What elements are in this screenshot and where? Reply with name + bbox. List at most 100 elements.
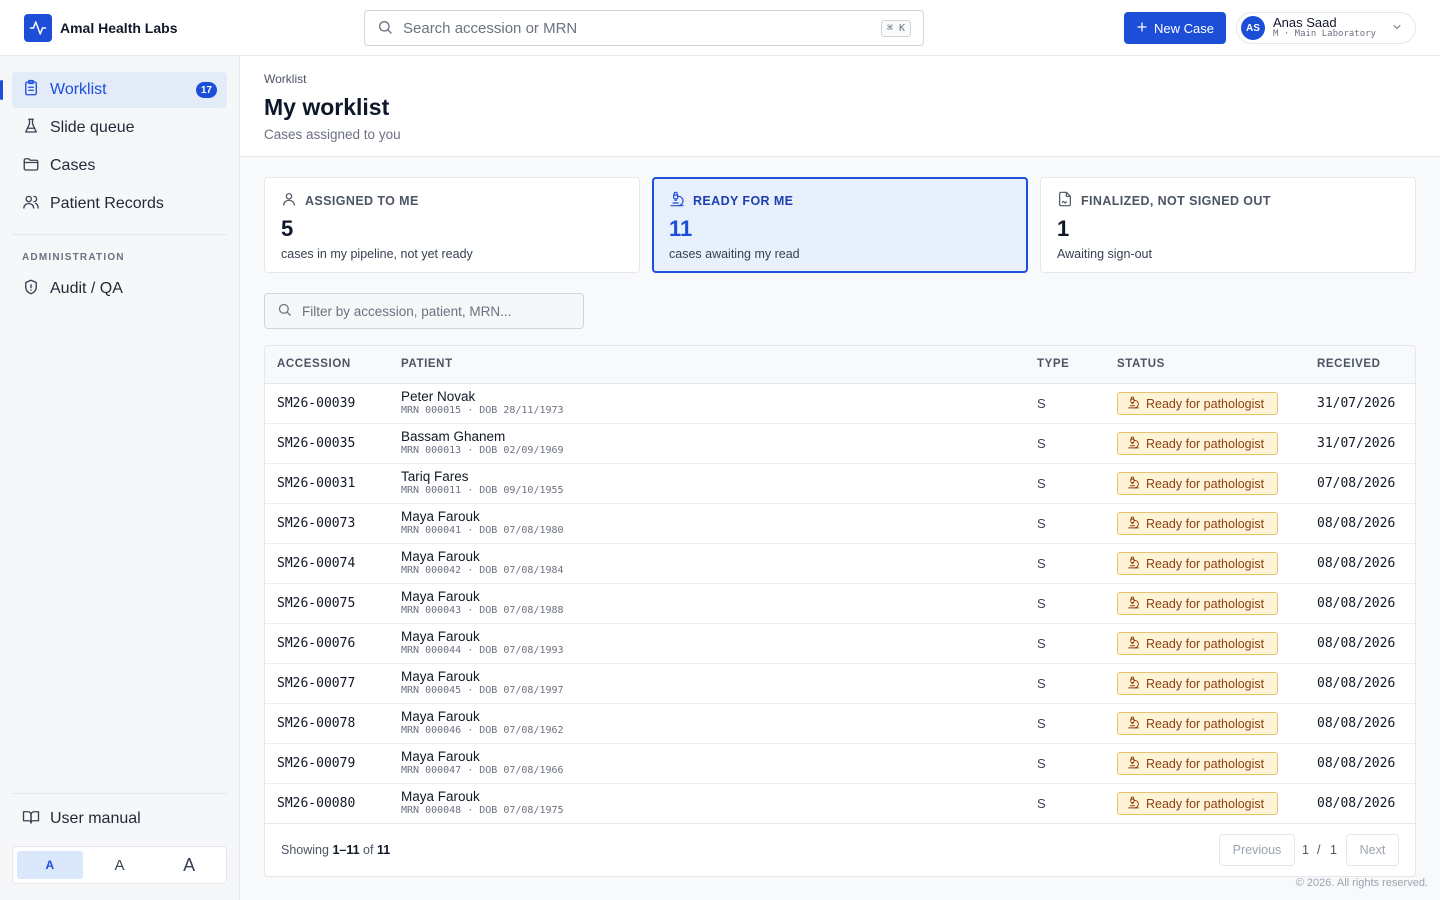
sidebar-item-label: Cases [50, 157, 96, 174]
showing-range: 1–11 [332, 843, 360, 857]
folder-icon [22, 155, 40, 178]
accession-cell[interactable]: SM26-00075 [277, 596, 355, 611]
status-badge: Ready for pathologist [1117, 632, 1278, 655]
status-label: Ready for pathologist [1146, 396, 1265, 411]
breadcrumb[interactable]: Worklist [264, 72, 306, 86]
current-page: 1 [1302, 843, 1309, 857]
file-signature-icon [1057, 191, 1073, 210]
status-badge: Ready for pathologist [1117, 472, 1278, 495]
table-row[interactable]: SM26-00035 Bassam Ghanem MRN 000013 · DOB … [265, 424, 1415, 464]
accession-cell[interactable]: SM26-00035 [277, 436, 355, 451]
status-label: Ready for pathologist [1146, 676, 1265, 691]
font-size-selector: A A A [12, 846, 227, 884]
status-badge: Ready for pathologist [1117, 712, 1278, 735]
sidebar-item-label: Patient Records [50, 195, 164, 212]
next-page-button[interactable]: Next [1346, 834, 1399, 866]
table-row[interactable]: SM26-00031 Tariq Fares MRN 000011 · DOB 09… [265, 464, 1415, 504]
sidebar-item-slide-queue[interactable]: Slide queue [12, 110, 227, 146]
font-size-large-button[interactable]: A [156, 851, 222, 879]
patient-name: Maya Farouk [401, 629, 480, 644]
previous-page-button[interactable]: Previous [1219, 834, 1295, 866]
page-title: My worklist [264, 94, 390, 120]
page-header: Worklist My worklist Cases assigned to y… [240, 56, 1440, 157]
table-footer: Showing 1–11 of 11 Previous 1 / 1 Next [265, 823, 1415, 876]
microscope-icon [1127, 476, 1140, 492]
table-row[interactable]: SM26-00039 Peter Novak MRN 000015 · DOB 28… [265, 384, 1415, 424]
received-date: 08/08/2026 [1317, 676, 1396, 691]
column-header-status[interactable]: STATUS [1117, 358, 1165, 370]
patient-name: Bassam Ghanem [401, 429, 506, 444]
font-size-small-button[interactable]: A [17, 851, 83, 879]
sidebar-item-patient-records[interactable]: Patient Records [12, 186, 227, 222]
column-header-type[interactable]: TYPE [1037, 358, 1069, 370]
patient-name: Peter Novak [401, 389, 476, 404]
column-header-accession[interactable]: ACCESSION [277, 358, 351, 370]
user-manual-link[interactable]: User manual [12, 801, 227, 837]
received-date: 07/08/2026 [1317, 476, 1396, 491]
stat-description: cases in my pipeline, not yet ready [281, 247, 473, 261]
stat-card-finalized[interactable]: FINALIZED, NOT SIGNED OUT 1 Awaiting sig… [1040, 177, 1416, 273]
sidebar-item-label: Worklist [50, 81, 107, 98]
search-icon [377, 19, 393, 38]
accession-cell[interactable]: SM26-00039 [277, 396, 355, 411]
stat-label: ASSIGNED TO ME [305, 193, 419, 208]
book-open-icon [22, 808, 40, 831]
new-case-label: New Case [1154, 20, 1214, 36]
user-name: Anas Saad [1273, 15, 1337, 30]
table-row[interactable]: SM26-00073 Maya Farouk MRN 000041 · DOB 07… [265, 504, 1415, 544]
new-case-button[interactable]: New Case [1124, 12, 1226, 44]
global-search[interactable]: Search accession or MRN ⌘ K [364, 10, 924, 46]
sidebar-item-worklist[interactable]: Worklist 17 [0, 72, 227, 108]
brand[interactable]: Amal Health Labs [24, 14, 177, 42]
table-row[interactable]: SM26-00078 Maya Farouk MRN 000046 · DOB 07… [265, 704, 1415, 744]
received-date: 08/08/2026 [1317, 636, 1396, 651]
accession-cell[interactable]: SM26-00080 [277, 796, 355, 811]
stat-description: cases awaiting my read [669, 247, 800, 261]
accession-cell[interactable]: SM26-00076 [277, 636, 355, 651]
patient-meta: MRN 000045 · DOB 07/08/1997 [401, 685, 564, 696]
table-row[interactable]: SM26-00077 Maya Farouk MRN 000045 · DOB 07… [265, 664, 1415, 704]
accession-cell[interactable]: SM26-00079 [277, 756, 355, 771]
accession-cell[interactable]: SM26-00074 [277, 556, 355, 571]
sidebar-item-label: Slide queue [50, 119, 135, 136]
column-header-patient[interactable]: PATIENT [401, 358, 453, 370]
main-content: Worklist My worklist Cases assigned to y… [240, 56, 1440, 900]
status-badge: Ready for pathologist [1117, 672, 1278, 695]
table-header: ACCESSION PATIENT TYPE STATUS RECEIVED [265, 346, 1415, 384]
table-row[interactable]: SM26-00075 Maya Farouk MRN 000043 · DOB 07… [265, 584, 1415, 624]
table-row[interactable]: SM26-00079 Maya Farouk MRN 000047 · DOB 07… [265, 744, 1415, 784]
accession-cell[interactable]: SM26-00078 [277, 716, 355, 731]
patient-name: Maya Farouk [401, 509, 480, 524]
sidebar: Worklist 17 Slide queue Cases Patient Re… [0, 56, 240, 900]
patient-name: Maya Farouk [401, 709, 480, 724]
user-subtitle: M · Main Laboratory [1273, 29, 1376, 39]
status-label: Ready for pathologist [1146, 436, 1265, 451]
stat-card-assigned[interactable]: ASSIGNED TO ME 5 cases in my pipeline, n… [264, 177, 640, 273]
microscope-icon [1127, 796, 1140, 812]
showing-summary: Showing 1–11 of 11 [281, 843, 390, 857]
accession-cell[interactable]: SM26-00077 [277, 676, 355, 691]
microscope-icon [1127, 596, 1140, 612]
accession-cell[interactable]: SM26-00073 [277, 516, 355, 531]
sidebar-item-cases[interactable]: Cases [12, 148, 227, 184]
stat-card-ready[interactable]: READY FOR ME 11 cases awaiting my read [652, 177, 1028, 273]
column-header-received[interactable]: RECEIVED [1317, 358, 1381, 370]
user-menu[interactable]: AS Anas Saad M · Main Laboratory [1236, 12, 1416, 44]
font-size-medium-button[interactable]: A [87, 851, 153, 879]
showing-total: 11 [376, 843, 391, 857]
worklist-filter-input[interactable]: Filter by accession, patient, MRN... [264, 293, 584, 329]
patient-name: Maya Farouk [401, 589, 480, 604]
status-badge: Ready for pathologist [1117, 792, 1278, 815]
patient-meta: MRN 000013 · DOB 02/09/1969 [401, 445, 564, 456]
table-row[interactable]: SM26-00080 Maya Farouk MRN 000048 · DOB 07… [265, 784, 1415, 824]
plus-icon [1136, 21, 1148, 36]
patient-meta: MRN 000046 · DOB 07/08/1962 [401, 725, 564, 736]
avatar: AS [1241, 16, 1265, 40]
table-row[interactable]: SM26-00074 Maya Farouk MRN 000042 · DOB 07… [265, 544, 1415, 584]
activity-logo-icon [24, 14, 52, 42]
sidebar-item-audit-qa[interactable]: Audit / QA [12, 271, 227, 307]
table-row[interactable]: SM26-00076 Maya Farouk MRN 000044 · DOB 07… [265, 624, 1415, 664]
microscope-icon [1127, 676, 1140, 692]
accession-cell[interactable]: SM26-00031 [277, 476, 355, 491]
type-cell: S [1037, 436, 1046, 451]
